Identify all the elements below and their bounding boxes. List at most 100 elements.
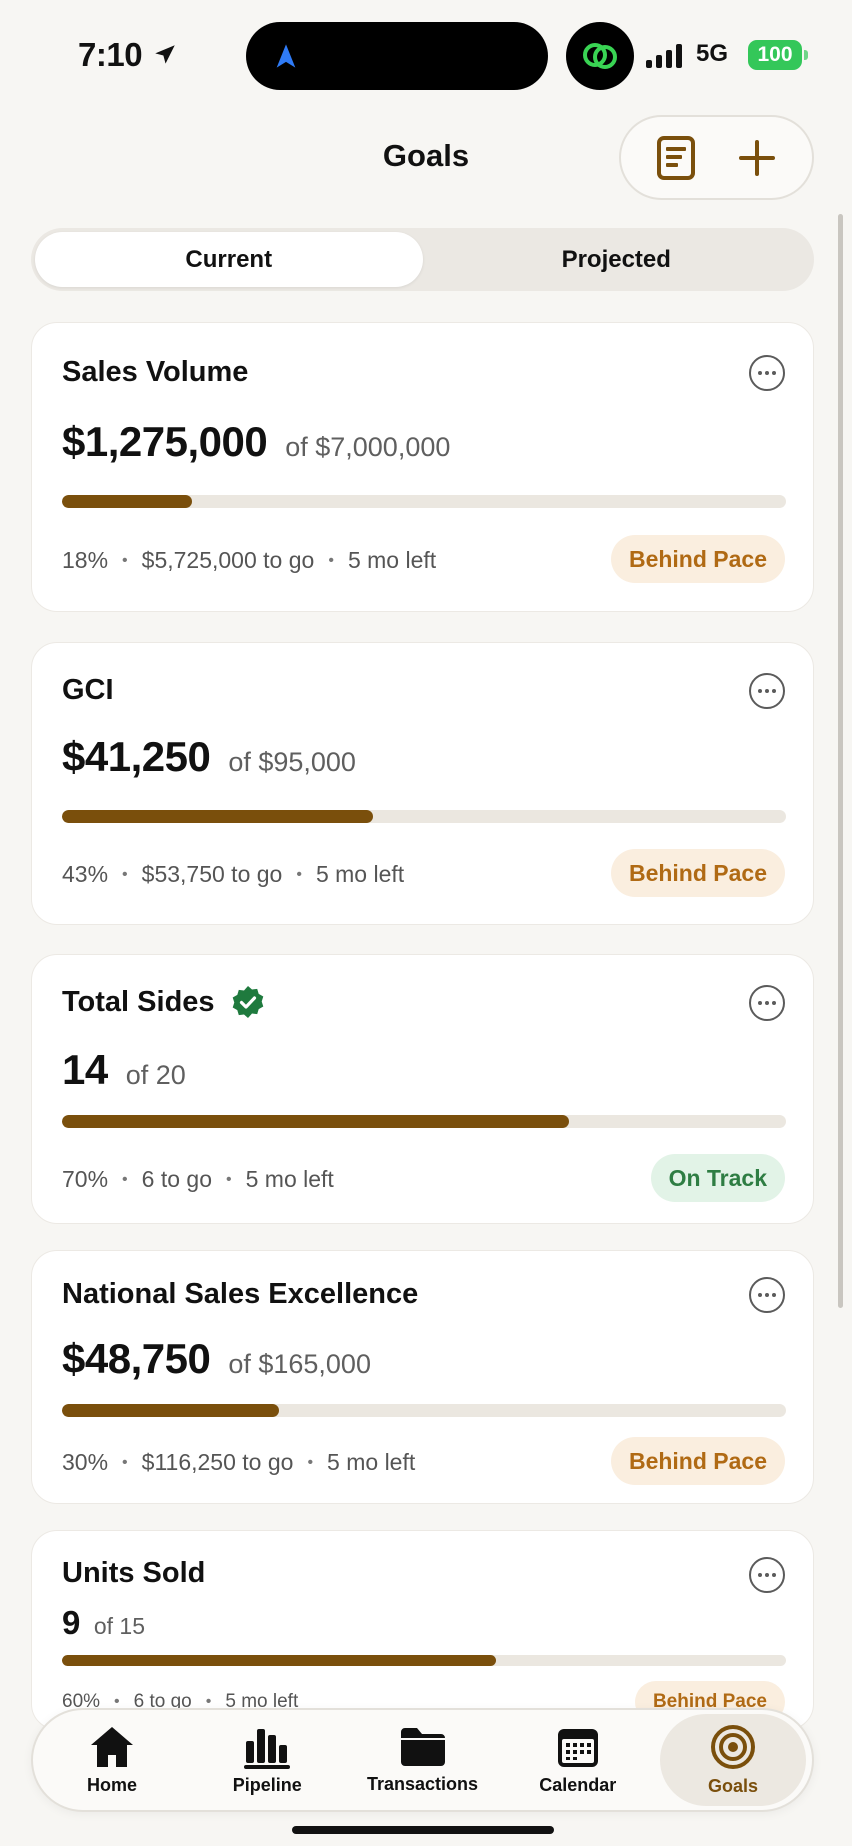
goal-card-sales-volume[interactable]: Sales Volume $1,275,000 of $7,000,000 18… [31, 322, 814, 612]
separator-dot: • [307, 1453, 314, 1471]
goal-target-value: of 15 [93, 1613, 146, 1639]
goal-meta: 43% • $53,750 to go • 5 mo left [62, 861, 404, 888]
goal-target-value: of $165,000 [228, 1349, 371, 1379]
goal-target-value: of 20 [125, 1060, 186, 1090]
progress-fill [62, 495, 193, 508]
goal-amount: 14 of 20 [62, 1046, 186, 1094]
header-actions [619, 115, 814, 200]
goal-amount: $41,250 of $95,000 [62, 733, 356, 781]
battery-icon: 100 [748, 40, 808, 70]
tab-pipeline[interactable]: Pipeline [194, 1714, 340, 1806]
status-badge: Behind Pace [610, 849, 785, 897]
pipeline-icon [244, 1728, 291, 1769]
progress-bar [62, 810, 786, 823]
network-type: 5G [696, 40, 729, 67]
more-options-icon[interactable] [749, 673, 785, 709]
status-badge: Behind Pace [610, 1437, 785, 1485]
navigation-arrow-icon [276, 44, 296, 68]
goal-title: Units Sold [62, 1557, 206, 1589]
more-options-icon[interactable] [749, 355, 785, 391]
goal-target-value: of $7,000,000 [285, 432, 451, 462]
dynamic-island [246, 22, 548, 90]
progress-fill [62, 1404, 280, 1417]
goal-amount: $1,275,000 of $7,000,000 [62, 418, 450, 466]
goal-meta: 70% • 6 to go • 5 mo left [62, 1166, 334, 1193]
goal-amount: 9 of 15 [62, 1604, 145, 1642]
goal-percent: 70% [62, 1166, 109, 1192]
home-indicator[interactable] [292, 1826, 554, 1834]
goal-card-national-sales-excellence[interactable]: National Sales Excellence $48,750 of $16… [31, 1250, 814, 1504]
goal-time-left: 5 mo left [245, 1166, 334, 1192]
separator-dot: • [122, 551, 128, 569]
progress-bar [62, 1115, 786, 1128]
status-time: 7:10 [78, 36, 178, 74]
tab-transactions[interactable]: Transactions [350, 1714, 496, 1806]
calendar-icon [557, 1728, 598, 1767]
goal-title: GCI [62, 674, 114, 706]
tab-label: Calendar [539, 1774, 617, 1795]
current-projected-toggle: Current Projected [31, 228, 814, 291]
goal-current-value: $1,275,000 [62, 418, 268, 465]
goal-title: National Sales Excellence [62, 1278, 419, 1310]
separator-dot: • [226, 1170, 232, 1188]
progress-fill [62, 810, 374, 823]
goal-current-value: 14 [62, 1046, 108, 1093]
separator-dot: • [122, 865, 128, 883]
tab-home[interactable]: Home [39, 1714, 185, 1806]
cellular-signal-icon [646, 44, 682, 68]
goal-card-total-sides[interactable]: Total Sides 14 of 20 70% • 6 to go • 5 m… [31, 954, 814, 1224]
status-badge: Behind Pace [610, 535, 785, 583]
home-icon [91, 1726, 133, 1767]
verified-badge-icon [232, 986, 263, 1018]
progress-bar [62, 1404, 786, 1417]
separator-dot: • [296, 865, 302, 883]
target-icon [711, 1724, 755, 1769]
goal-title: Sales Volume [62, 356, 249, 388]
goal-target-value: of $95,000 [228, 747, 356, 777]
goal-current-value: 9 [62, 1604, 80, 1641]
folder-icon [400, 1727, 445, 1766]
scrollbar[interactable] [838, 214, 843, 1308]
progress-fill [62, 1115, 569, 1128]
more-options-icon[interactable] [749, 1277, 785, 1313]
goal-current-value: $41,250 [62, 733, 211, 780]
tab-label: Pipeline [232, 1774, 302, 1795]
goal-percent: 18% [62, 547, 109, 573]
time-text: 7:10 [78, 36, 143, 73]
goal-remaining: 6 to go [141, 1166, 212, 1192]
status-bar: 7:10 5G 100 [0, 0, 852, 110]
add-goal-button[interactable] [725, 126, 789, 190]
more-options-icon[interactable] [749, 1557, 785, 1593]
goal-title: Total Sides [62, 985, 265, 1019]
status-badge: On Track [650, 1154, 785, 1202]
progress-bar [62, 1655, 786, 1666]
tab-current[interactable]: Current [35, 232, 423, 287]
report-button[interactable] [644, 126, 708, 190]
tab-projected[interactable]: Projected [423, 232, 811, 287]
tab-goals[interactable]: Goals [660, 1714, 806, 1806]
separator-dot: • [122, 1453, 128, 1471]
separator-dot: • [122, 1170, 128, 1188]
goal-time-left: 5 mo left [347, 547, 437, 573]
tab-bar: Home Pipeline Transactions Calendar Goal… [31, 1708, 814, 1812]
goal-card-units-sold[interactable]: Units Sold 9 of 15 60% • 6 to go • 5 mo … [31, 1530, 814, 1730]
plus-icon [739, 139, 776, 176]
goal-amount: $48,750 of $165,000 [62, 1335, 371, 1383]
goal-percent: 30% [62, 1449, 109, 1475]
separator-dot: • [328, 551, 334, 569]
tab-label: Goals [707, 1775, 759, 1796]
tab-label: Home [86, 1774, 137, 1795]
document-icon [656, 135, 695, 180]
goal-remaining: $53,750 to go [141, 861, 283, 887]
more-options-icon[interactable] [749, 985, 785, 1021]
progress-fill [62, 1655, 497, 1666]
tab-label: Transactions [366, 1773, 479, 1794]
location-arrow-icon [155, 45, 175, 64]
goal-current-value: $48,750 [62, 1335, 211, 1382]
progress-bar [62, 495, 786, 508]
live-activity-icon [566, 22, 634, 90]
tab-calendar[interactable]: Calendar [505, 1714, 651, 1806]
goal-meta: 30% • $116,250 to go • 5 mo left [62, 1449, 415, 1476]
goal-meta: 18% • $5,725,000 to go • 5 mo left [62, 547, 436, 574]
goal-card-gci[interactable]: GCI $41,250 of $95,000 43% • $53,750 to … [31, 642, 814, 925]
